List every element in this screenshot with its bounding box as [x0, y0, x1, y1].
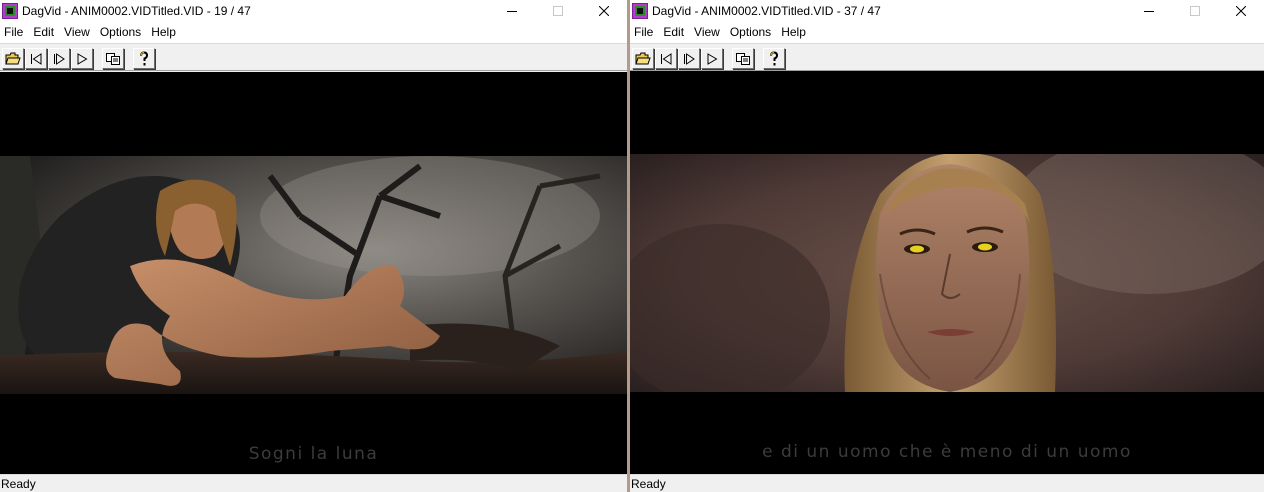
minimize-button[interactable] [1126, 0, 1172, 22]
dagvid-window-left: DagVid - ANIM0002.VIDTitled.VID - 19 / 4… [0, 0, 627, 492]
open-folder-icon [5, 52, 21, 64]
open-folder-icon [635, 52, 651, 64]
help-button[interactable] [133, 48, 155, 69]
title-bar[interactable]: DagVid - ANIM0002.VIDTitled.VID - 19 / 4… [0, 0, 627, 22]
previous-frame-button[interactable] [25, 48, 47, 69]
menu-bar: File Edit View Options Help [0, 22, 627, 43]
open-button[interactable] [632, 48, 654, 69]
window-title: DagVid - ANIM0002.VIDTitled.VID - 37 / 4… [652, 4, 881, 18]
next-frame-icon [684, 52, 695, 65]
next-frame-button[interactable] [678, 48, 700, 69]
menu-help[interactable]: Help [776, 22, 811, 43]
subtitle-text: Sogni la luna [248, 444, 379, 464]
copy-icon [736, 52, 750, 65]
play-icon [707, 52, 718, 65]
video-frame-image [0, 156, 627, 394]
menu-options[interactable]: Options [95, 22, 146, 43]
maximize-button[interactable] [1172, 0, 1218, 22]
menu-view[interactable]: View [689, 22, 725, 43]
maximize-button[interactable] [535, 0, 581, 22]
menu-file[interactable]: File [630, 22, 658, 43]
video-frame-image [630, 154, 1264, 392]
video-frame-portrait [630, 154, 1264, 392]
close-button[interactable] [1218, 0, 1264, 22]
dagvid-app-icon [632, 3, 648, 19]
next-frame-icon [54, 52, 65, 65]
help-icon [770, 50, 779, 65]
play-button[interactable] [701, 48, 723, 69]
open-button[interactable] [2, 48, 24, 69]
video-frame-reclining-figure [0, 156, 627, 394]
copy-button[interactable] [102, 48, 124, 69]
minimize-icon [507, 11, 517, 12]
toolbar [630, 43, 1264, 71]
close-icon [599, 6, 609, 16]
dagvid-app-icon [2, 3, 18, 19]
status-bar: Ready [0, 474, 627, 492]
video-view: e di un uomo che è meno di un uomo [630, 71, 1264, 474]
previous-frame-icon [31, 52, 42, 65]
menu-help[interactable]: Help [146, 22, 181, 43]
play-button[interactable] [71, 48, 93, 69]
subtitle-text: e di un uomo che è meno di un uomo [762, 442, 1132, 462]
maximize-icon [553, 6, 563, 16]
menu-file[interactable]: File [0, 22, 28, 43]
menu-bar: File Edit View Options Help [630, 22, 1264, 43]
toolbar [0, 43, 627, 71]
previous-frame-icon [661, 52, 672, 65]
maximize-icon [1190, 6, 1200, 16]
menu-options[interactable]: Options [725, 22, 776, 43]
copy-button[interactable] [732, 48, 754, 69]
copy-icon [106, 52, 120, 65]
dagvid-window-right: DagVid - ANIM0002.VIDTitled.VID - 37 / 4… [630, 0, 1264, 492]
video-view: Sogni la luna [0, 72, 627, 474]
minimize-button[interactable] [489, 0, 535, 22]
menu-edit[interactable]: Edit [28, 22, 59, 43]
minimize-icon [1144, 11, 1154, 12]
menu-edit[interactable]: Edit [658, 22, 689, 43]
close-icon [1236, 6, 1246, 16]
previous-frame-button[interactable] [655, 48, 677, 69]
title-bar[interactable]: DagVid - ANIM0002.VIDTitled.VID - 37 / 4… [630, 0, 1264, 22]
close-button[interactable] [581, 0, 627, 22]
play-icon [77, 52, 88, 65]
window-title: DagVid - ANIM0002.VIDTitled.VID - 19 / 4… [22, 4, 251, 18]
help-button[interactable] [763, 48, 785, 69]
menu-view[interactable]: View [59, 22, 95, 43]
status-bar: Ready [630, 474, 1264, 492]
next-frame-button[interactable] [48, 48, 70, 69]
help-icon [140, 50, 149, 65]
